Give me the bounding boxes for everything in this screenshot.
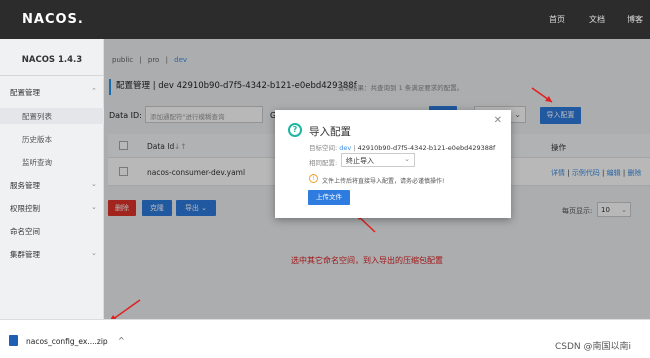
- sidebar-active-highlight: [0, 108, 104, 124]
- zip-file-icon: [9, 335, 18, 346]
- chevron-up-icon[interactable]: ^: [118, 336, 125, 345]
- sidebar-item-service-management[interactable]: 服务管理: [10, 180, 40, 191]
- same-config-value: 终止导入: [346, 157, 374, 165]
- sidebar-item-access-control[interactable]: 权限控制: [10, 203, 40, 214]
- upload-file-button[interactable]: 上传文件: [308, 190, 350, 205]
- sidebar-item-config-management[interactable]: 配置管理: [10, 87, 40, 98]
- import-config-dialog: ✕ ? 导入配置 目标空间: dev | 42910b90-d7f5-4342-…: [275, 110, 511, 218]
- dialog-title: 导入配置: [309, 126, 351, 138]
- chevron-down-icon: ⌄: [91, 249, 97, 257]
- watermark: CSDN @南国以南i: [555, 342, 632, 352]
- chevron-down-icon: ⌄: [91, 203, 97, 211]
- same-config-label: 相同配置:: [309, 159, 338, 167]
- chevron-up-icon: ⌃: [91, 87, 97, 95]
- warning-text: 文件上传后将直接导入配置，请务必谨慎操作!: [322, 178, 445, 185]
- target-namespace-name: dev: [339, 144, 352, 152]
- close-icon[interactable]: ✕: [494, 115, 502, 126]
- target-namespace-label: 目标空间:: [309, 144, 338, 152]
- version-label: NACOS 1.4.3: [21, 55, 83, 65]
- nacos-logo[interactable]: NACOS.: [22, 12, 84, 27]
- target-namespace-id: 42910b90-d7f5-4342-b121-e0ebd429388f: [357, 144, 496, 152]
- nav-docs[interactable]: 文档: [589, 14, 605, 25]
- top-navbar: NACOS. 首页 文档 博客: [0, 0, 650, 39]
- nav-blog[interactable]: 博客: [627, 14, 643, 25]
- question-icon: ?: [288, 123, 302, 137]
- nav-home[interactable]: 首页: [549, 14, 565, 25]
- chevron-down-icon: ⌄: [404, 155, 410, 163]
- sidebar-item-namespace[interactable]: 命名空间: [10, 226, 40, 237]
- same-config-select[interactable]: 终止导入 ⌄: [341, 153, 415, 167]
- target-namespace: 目标空间: dev | 42910b90-d7f5-4342-b121-e0eb…: [309, 144, 496, 152]
- sidebar-item-listener-query[interactable]: 监听查询: [22, 157, 52, 168]
- sidebar: NACOS 1.4.3 配置管理 ⌃ 配置列表 历史版本 监听查询 服务管理 ⌄…: [0, 39, 104, 319]
- sidebar-item-history[interactable]: 历史版本: [22, 134, 52, 145]
- warning-icon: !: [309, 174, 318, 183]
- download-filename[interactable]: nacos_config_ex....zip: [26, 337, 108, 346]
- sidebar-item-cluster-management[interactable]: 集群管理: [10, 249, 40, 260]
- chevron-down-icon: ⌄: [91, 180, 97, 188]
- sidebar-item-config-list[interactable]: 配置列表: [22, 111, 52, 122]
- sidebar-divider: [0, 75, 104, 76]
